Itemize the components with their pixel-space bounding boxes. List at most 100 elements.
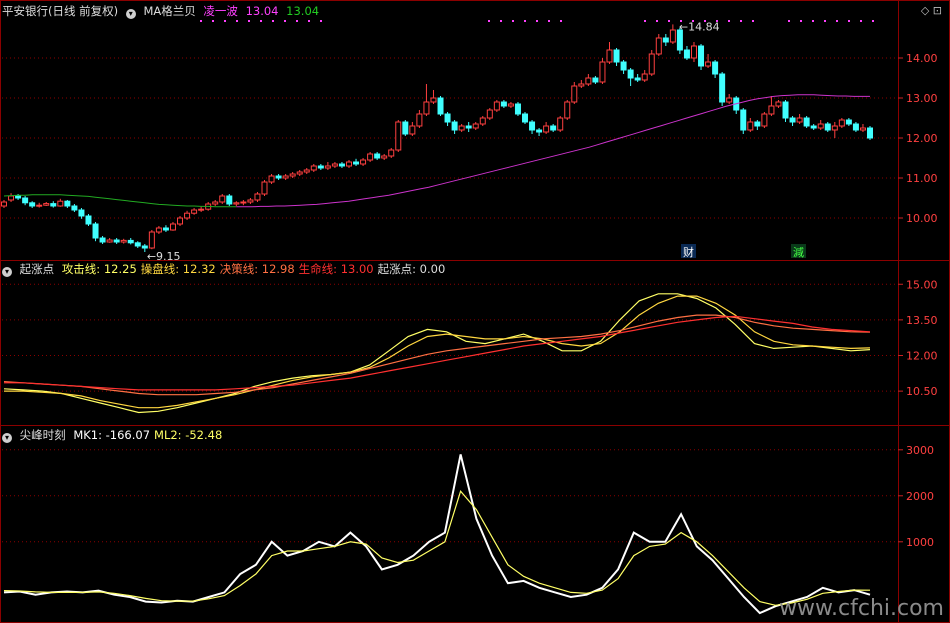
signal-dot — [812, 20, 814, 22]
candle-body — [240, 201, 247, 204]
settings-icon[interactable]: ▾ — [2, 267, 12, 277]
signal-dot — [560, 20, 562, 22]
candle-body — [698, 45, 705, 67]
candle — [493, 100, 500, 112]
mid-legend-item-4: 起涨点: 0.00 — [377, 262, 446, 276]
signal-dot — [224, 20, 226, 22]
candle — [845, 118, 852, 126]
candle-body — [543, 125, 550, 133]
candle — [353, 158, 360, 166]
candle-body — [212, 201, 219, 205]
candle — [99, 236, 106, 244]
candle-body — [690, 45, 697, 59]
candle — [402, 120, 409, 136]
signal-dot — [524, 20, 526, 22]
candle — [831, 122, 838, 138]
candle — [57, 198, 64, 207]
candle-body — [99, 237, 106, 243]
candle-body — [169, 223, 176, 231]
candle — [789, 116, 796, 126]
signal-dot — [212, 20, 214, 22]
candle — [719, 72, 726, 106]
candle-body — [423, 101, 430, 115]
candle — [690, 42, 697, 62]
candle-body — [444, 113, 451, 123]
signal-dot — [668, 20, 670, 22]
candle — [268, 174, 275, 184]
candle-body — [36, 204, 43, 207]
candle — [50, 201, 57, 208]
candle-body — [198, 208, 205, 211]
signal-dot — [728, 20, 730, 22]
candle — [514, 102, 521, 116]
candle — [529, 120, 536, 134]
candle — [578, 80, 585, 88]
candle — [367, 152, 374, 162]
signal-dot — [788, 20, 790, 22]
candle-body — [472, 123, 479, 129]
bottom-indicator-name[interactable]: 尖峰时刻 — [20, 428, 66, 442]
candle-body — [514, 103, 521, 115]
candle-body — [402, 121, 409, 135]
candle-body — [50, 203, 57, 207]
candle-body — [578, 83, 585, 87]
candle-body — [550, 125, 557, 131]
candle — [669, 24, 676, 44]
watermark: www.cfchi.com — [779, 596, 944, 621]
candle — [395, 120, 402, 152]
price-tick-label: 11.00 — [906, 172, 938, 185]
candle-body — [740, 109, 747, 131]
main-header: 平安银行(日线 前复权) ▾ MA格兰贝 凌一波 13.04 13.04 — [2, 4, 323, 19]
settings-icon[interactable]: ▾ — [2, 433, 12, 443]
candle — [726, 94, 733, 104]
indicator-label: 凌一波 — [203, 4, 238, 18]
frame — [0, 0, 950, 623]
candle — [430, 90, 437, 104]
symbol-title[interactable]: 平安银行(日线 前复权) — [2, 4, 118, 18]
candle — [416, 110, 423, 128]
candle-body — [810, 125, 817, 129]
candle — [409, 122, 416, 136]
candle-body — [634, 77, 641, 81]
window-icons[interactable]: ◇ ⊡ — [921, 4, 942, 17]
candle-body — [64, 200, 71, 207]
candle-body — [500, 101, 507, 107]
candle — [754, 120, 761, 130]
bottom-legend-item-1: ML2: -52.48 — [154, 428, 223, 442]
candle — [479, 116, 486, 126]
candle — [662, 34, 669, 46]
candle-body — [15, 195, 22, 199]
candle — [740, 108, 747, 134]
signal-dot — [296, 20, 298, 22]
mid-indicator-name[interactable]: 起涨点 — [20, 262, 55, 276]
candle — [254, 192, 261, 202]
signal-dot — [320, 20, 322, 22]
peak-tick-label: 1000 — [906, 536, 934, 549]
candle — [310, 164, 317, 172]
rise-tick-label: 10.50 — [906, 385, 938, 398]
candle-body — [606, 49, 613, 63]
rise-series-操盘线 — [4, 295, 871, 409]
candle-body — [831, 125, 838, 131]
candle-body — [296, 171, 303, 175]
candle — [360, 158, 367, 166]
signal-dot — [836, 20, 838, 22]
peak-tick-label: 3000 — [906, 444, 934, 457]
candle — [338, 162, 345, 168]
candle-body — [162, 227, 169, 231]
indicator-name[interactable]: MA格兰贝 — [143, 4, 195, 18]
candle — [275, 174, 282, 180]
event-tag-cai: 财 — [681, 244, 696, 259]
dropdown-icon[interactable]: ▾ — [125, 9, 136, 19]
candle — [120, 238, 127, 244]
candle-body — [465, 125, 472, 129]
candle-body — [219, 195, 226, 203]
signal-dot — [200, 20, 202, 22]
candle — [557, 116, 564, 132]
candle — [620, 60, 627, 74]
indicator-value-1: 13.04 — [245, 4, 279, 18]
candle — [796, 114, 803, 124]
price-tick-label: 14.00 — [906, 52, 938, 65]
candle-body — [796, 117, 803, 123]
candle-body — [641, 73, 648, 81]
